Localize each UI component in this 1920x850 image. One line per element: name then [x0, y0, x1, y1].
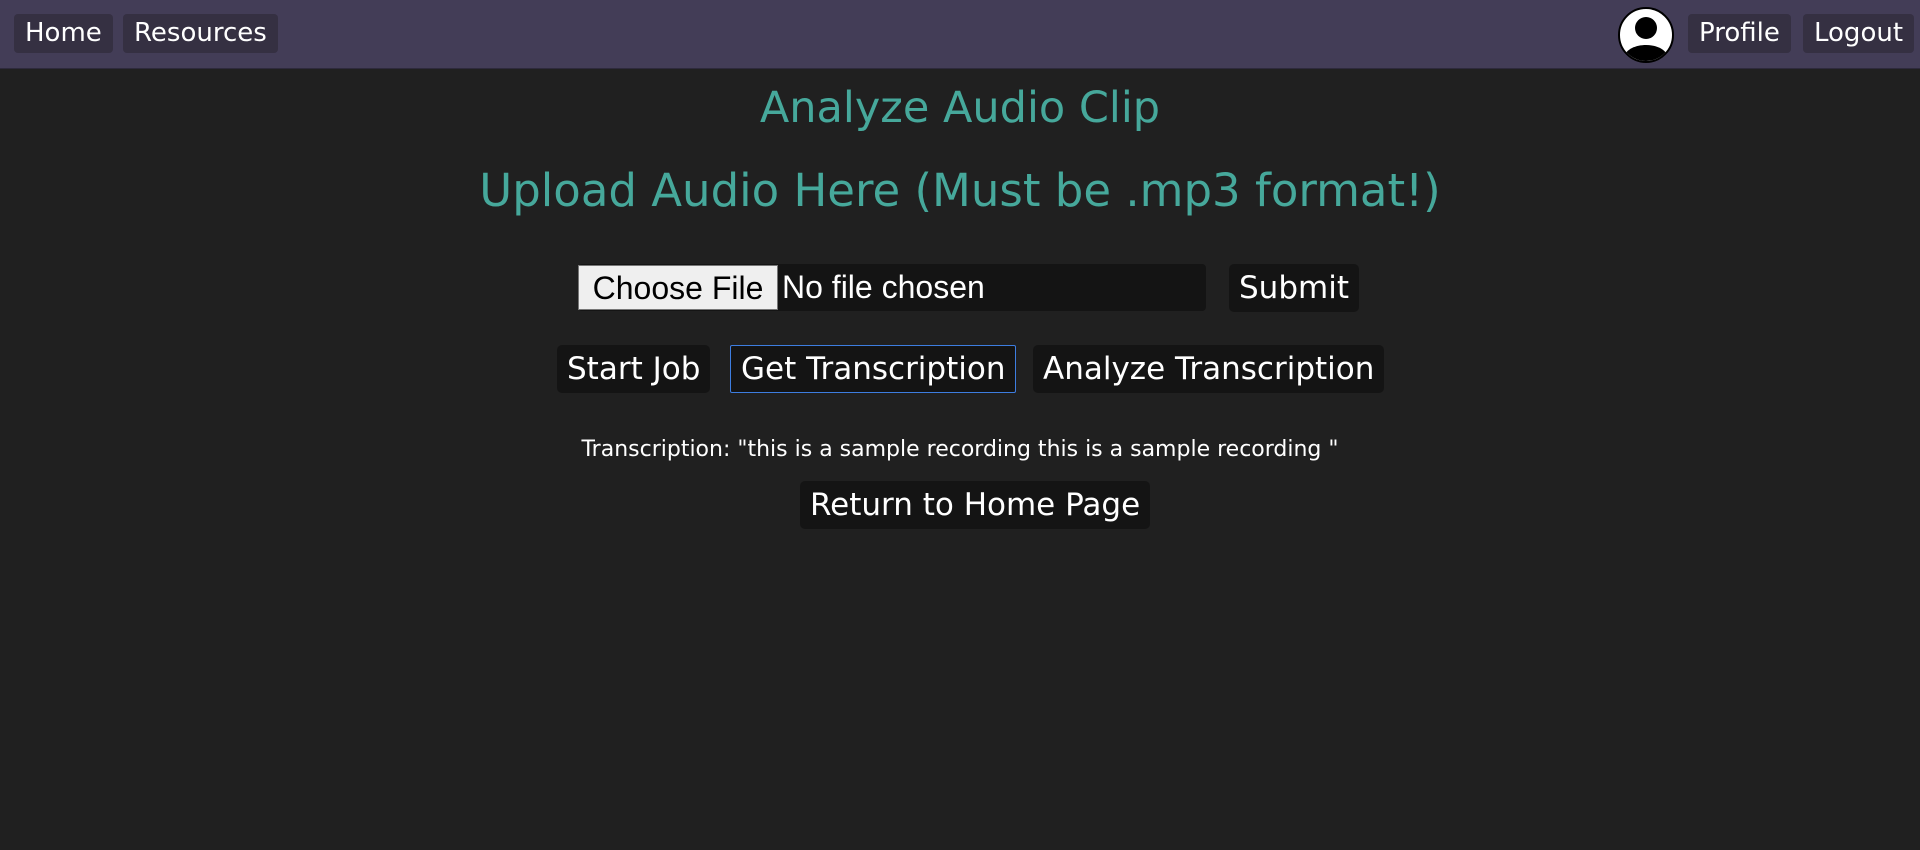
nav-logout-button[interactable]: Logout [1803, 14, 1915, 53]
nav-home-button[interactable]: Home [14, 14, 113, 53]
page-title: Analyze Audio Clip [759, 83, 1161, 133]
upload-heading: Upload Audio Here (Must be .mp3 format!) [479, 164, 1441, 217]
get-transcription-button[interactable]: Get Transcription [730, 345, 1017, 393]
return-home-button[interactable]: Return to Home Page [800, 481, 1151, 529]
file-input[interactable]: Choose File No file chosen [578, 264, 1206, 311]
submit-button[interactable]: Submit [1229, 264, 1359, 312]
choose-file-button[interactable]: Choose File [578, 265, 778, 310]
transcription-text: Transcription: "this is a sample recordi… [581, 437, 1339, 462]
nav-resources-button[interactable]: Resources [123, 14, 278, 53]
top-navbar: Home Resources Profile Logout [0, 0, 1920, 69]
start-job-button[interactable]: Start Job [557, 345, 711, 393]
user-avatar-icon[interactable] [1618, 7, 1674, 63]
file-status-text: No file chosen [782, 269, 985, 305]
nav-profile-button[interactable]: Profile [1688, 14, 1791, 53]
analyze-transcription-button[interactable]: Analyze Transcription [1033, 345, 1385, 393]
